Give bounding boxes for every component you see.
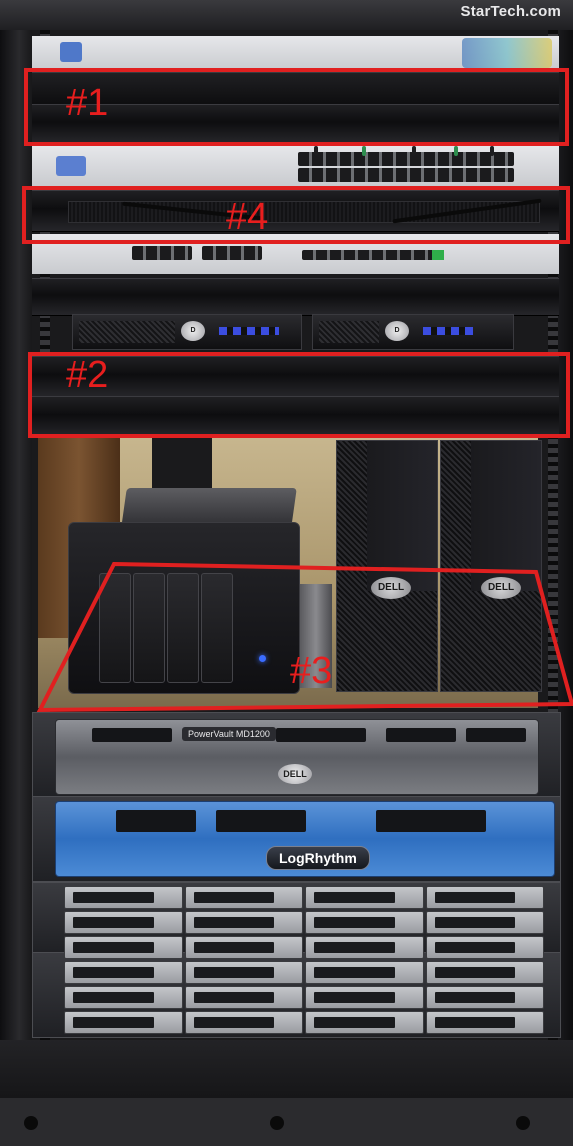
annotation-label-4: #4 (226, 196, 269, 238)
annotation-label-3: #3 (290, 650, 333, 692)
server-rack-photo: StarTech.com D D DELL DELL PowerVault MD… (0, 0, 573, 1146)
annotation-box-3 (36, 561, 573, 713)
annotation-label-1: #1 (66, 82, 109, 124)
annotation-label-2: #2 (66, 354, 109, 396)
